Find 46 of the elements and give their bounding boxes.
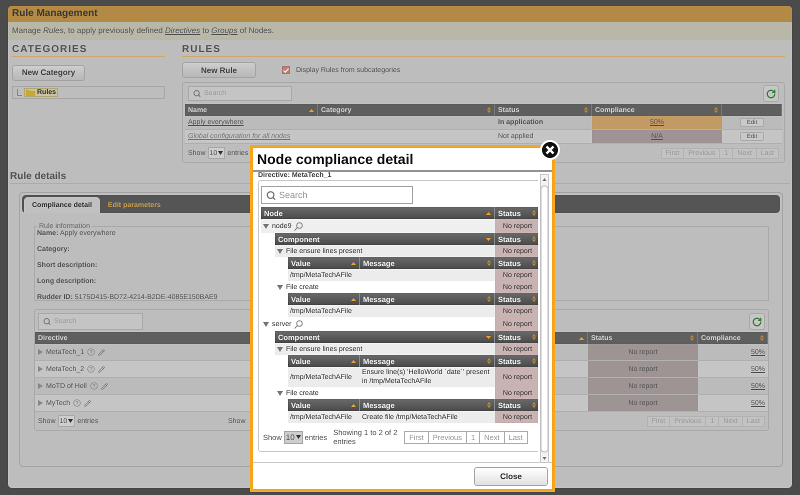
caret-icon bbox=[68, 419, 74, 423]
expand-triangle-icon[interactable] bbox=[263, 224, 269, 228]
expand-triangle-icon[interactable] bbox=[277, 248, 283, 254]
refresh-button[interactable] bbox=[749, 313, 765, 330]
caret-icon bbox=[296, 435, 301, 439]
pencil-icon[interactable] bbox=[100, 382, 108, 390]
help-icon[interactable] bbox=[73, 399, 82, 407]
section-heading: CATEGORIES bbox=[12, 44, 165, 57]
pencil-icon[interactable] bbox=[84, 400, 92, 406]
expand-triangle-icon[interactable] bbox=[277, 346, 283, 352]
description-link[interactable]: Directives bbox=[165, 26, 200, 35]
collapse-triangle-icon[interactable] bbox=[38, 400, 43, 406]
refresh-button[interactable] bbox=[763, 85, 779, 102]
expand-triangle-icon[interactable] bbox=[277, 284, 283, 290]
new-rule-button[interactable]: New Rule bbox=[182, 62, 256, 78]
section-heading: RULES bbox=[182, 44, 785, 57]
search-input[interactable]: Search bbox=[279, 187, 408, 203]
expand-triangle-icon[interactable] bbox=[263, 322, 269, 326]
tree-line-icon bbox=[17, 88, 22, 96]
help-icon[interactable] bbox=[87, 348, 96, 356]
help-icon[interactable] bbox=[87, 365, 96, 373]
collapse-triangle-icon[interactable] bbox=[38, 366, 43, 372]
expand-triangle-icon[interactable] bbox=[277, 390, 283, 396]
description-link[interactable]: Groups bbox=[211, 26, 238, 35]
pencil-icon[interactable] bbox=[98, 348, 106, 356]
magnifier-icon[interactable] bbox=[294, 222, 304, 230]
search-icon bbox=[266, 190, 276, 200]
scrollbar[interactable] bbox=[540, 174, 549, 462]
pencil-icon[interactable] bbox=[98, 366, 106, 372]
help-icon[interactable] bbox=[90, 382, 98, 390]
magnifier-icon[interactable] bbox=[294, 320, 304, 328]
search-field[interactable]: Search bbox=[261, 186, 413, 204]
refresh-icon bbox=[752, 316, 762, 326]
collapse-triangle-icon[interactable] bbox=[38, 383, 43, 389]
folder-icon bbox=[26, 88, 35, 96]
new-category-button[interactable]: New Category bbox=[12, 64, 85, 80]
page-description: Manage Rules, to apply previously defined Directives to Groups of Nodes. bbox=[8, 22, 792, 40]
close-button[interactable]: Close bbox=[474, 466, 548, 486]
search-icon bbox=[43, 317, 51, 326]
page-title: Rule Management bbox=[8, 6, 792, 22]
search-icon bbox=[193, 89, 201, 98]
page-size-select[interactable]: 10 bbox=[284, 430, 303, 444]
refresh-icon bbox=[766, 88, 776, 98]
caret-icon bbox=[218, 151, 224, 155]
checkbox[interactable] bbox=[282, 66, 290, 74]
collapse-triangle-icon[interactable] bbox=[38, 349, 43, 355]
